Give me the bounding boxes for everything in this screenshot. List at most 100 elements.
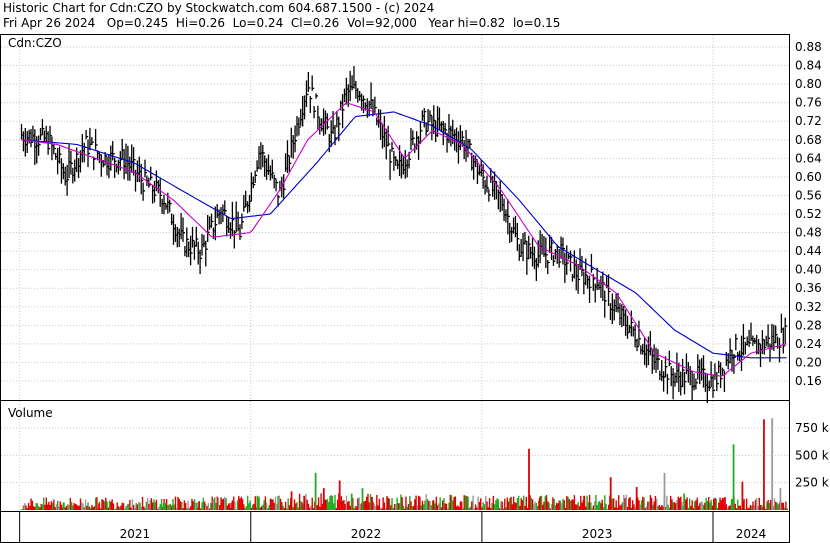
volume-bar [293, 499, 296, 510]
volume-bar [336, 499, 339, 510]
volume-panel-label: Volume [8, 406, 53, 420]
volume-spike-bar [62, 502, 65, 510]
volume-bar [739, 505, 742, 510]
volume-bar [124, 508, 126, 510]
volume-bar [429, 501, 431, 510]
volume-bar [344, 503, 346, 510]
volume-bar [87, 502, 89, 510]
volume-bar [367, 493, 369, 510]
volume-bar [781, 502, 783, 510]
volume-bar [412, 505, 415, 510]
price-tick-label: 0.40 [795, 263, 822, 277]
volume-bar [328, 502, 330, 510]
volume-bar [348, 500, 350, 510]
price-tick-label: 0.72 [795, 114, 822, 128]
volume-bar [284, 501, 287, 510]
volume-bar [563, 500, 565, 510]
volume-bar [569, 500, 572, 510]
volume-bar [501, 501, 503, 510]
volume-bar [486, 501, 488, 510]
volume-bar [214, 497, 216, 510]
volume-bar [219, 505, 221, 510]
volume-bar [239, 498, 241, 510]
volume-bar [566, 496, 568, 510]
volume-bar [189, 506, 192, 510]
volume-bar [274, 496, 277, 510]
volume-bar [307, 503, 310, 510]
volume-bar [120, 505, 122, 510]
volume-bar [78, 505, 80, 510]
volume-spike-bar [538, 497, 541, 510]
volume-bar [512, 496, 515, 510]
volume-bar [685, 499, 687, 510]
volume-bar [53, 499, 55, 510]
volume-bar [777, 504, 780, 510]
volume-bar [216, 496, 218, 510]
volume-bar [93, 506, 96, 510]
volume-bar [490, 507, 492, 510]
volume-bar [483, 504, 486, 510]
volume-bar [700, 501, 702, 510]
volume-bar [173, 504, 175, 510]
volume-bar [43, 497, 45, 510]
volume-bar [487, 507, 489, 510]
volume-bar [557, 503, 559, 510]
volume-bar [710, 499, 712, 510]
volume-bar [434, 503, 436, 510]
volume-bar [69, 497, 72, 510]
volume-bar [200, 508, 202, 510]
volume-bar [745, 498, 748, 510]
volume-spike-bar [350, 493, 353, 510]
volume-bar [643, 497, 645, 510]
volume-bar [626, 506, 629, 510]
volume-bar [768, 502, 771, 510]
volume-bar [326, 498, 329, 510]
volume-bar [535, 503, 538, 510]
volume-bar [619, 505, 621, 510]
volume-bar [359, 503, 362, 510]
volume-bar [102, 500, 104, 510]
volume-bar [403, 508, 406, 510]
volume-bar [407, 504, 410, 510]
price-tick-label: 0.36 [795, 281, 822, 295]
volume-bar [517, 495, 520, 510]
volume-bar [176, 507, 178, 510]
volume-bar [390, 505, 392, 510]
volume-bar [151, 502, 154, 510]
volume-bar [305, 493, 307, 510]
price-tick-label: 0.16 [795, 374, 822, 388]
year-label: 2021 [120, 527, 151, 541]
volume-bar [301, 502, 303, 510]
volume-bar [578, 505, 581, 510]
volume-spike-bar [741, 481, 744, 510]
volume-bar [591, 507, 593, 510]
volume-bar [649, 495, 652, 510]
volume-bar [341, 500, 344, 510]
volume-bar [27, 503, 30, 510]
volume-bar [524, 505, 526, 510]
volume-bar [227, 503, 230, 510]
volume-bar [558, 500, 560, 510]
volume-bar [222, 498, 225, 510]
volume-bar [474, 504, 477, 510]
volume-bar [506, 497, 508, 510]
volume-bar [734, 503, 736, 510]
volume-bar [426, 498, 429, 510]
volume-bar [73, 503, 75, 510]
volume-bar [577, 501, 579, 510]
volume-bar [70, 501, 73, 510]
volume-bar [592, 505, 595, 510]
volume-bar [621, 502, 624, 510]
volume-bar [514, 502, 516, 510]
price-panel-frame [0, 34, 790, 401]
volume-bar [187, 500, 189, 510]
volume-bar [229, 503, 231, 510]
volume-bar [453, 496, 455, 510]
volume-bar [333, 503, 335, 510]
volume-spike-bar [763, 419, 765, 510]
volume-bar [479, 498, 482, 510]
volume-bar [707, 497, 710, 510]
volume-bar [642, 496, 644, 510]
volume-bar [550, 503, 553, 510]
volume-bar [316, 505, 319, 510]
